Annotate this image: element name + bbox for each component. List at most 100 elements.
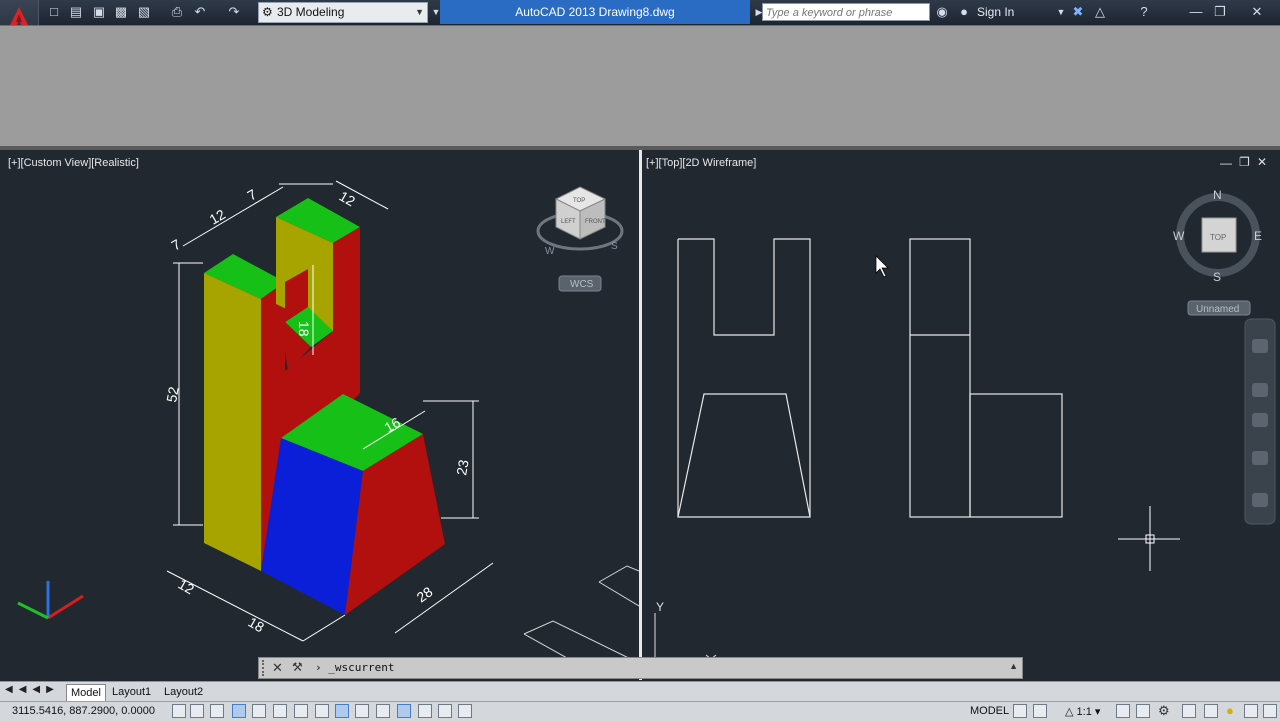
undo-icon[interactable]: ↶ [192,4,208,20]
command-text: _wscurrent [328,661,395,674]
ucs-y-label: Y [656,600,664,614]
dim-7-a: 7 [169,236,184,254]
wrench-icon[interactable]: ⚒ [292,660,303,674]
mouse-pointer-icon [875,255,889,278]
quick-view-layouts-icon[interactable] [1013,704,1027,718]
tab-layout2[interactable]: Layout2 [160,684,207,700]
close-icon[interactable]: ✕ [1249,4,1265,20]
allow-ucs-icon[interactable] [335,704,349,718]
command-prompt-icon: › [315,661,329,674]
top-view-canvas: TOP N S E W Unnamed Y [650,188,1276,671]
search-input[interactable]: Type a keyword or phrase [762,3,930,21]
annotation-scale[interactable]: △ 1:1 ▾ [1065,705,1100,718]
object-snap-tracking-icon[interactable] [315,704,329,718]
viewport-top[interactable]: [+][Top][2D Wireframe] — ❐ ✕ TOP N S E W… [642,151,1278,678]
clean-screen-icon[interactable] [1263,704,1277,718]
dim-23: 23 [453,458,471,476]
help-icon[interactable]: ? [1136,4,1152,20]
auto-scale-icon[interactable] [1136,704,1150,718]
dim-12-a: 12 [207,206,229,228]
transparency-icon[interactable] [397,704,411,718]
save-as-icon[interactable]: ▩ [113,4,129,20]
binoculars-icon[interactable]: ◉ [934,4,950,20]
compass-east-label: E [1254,229,1262,243]
cube-west-label: W [545,246,555,257]
left-upright-front [204,273,261,571]
cube-left-label: LEFT [561,219,576,225]
cube-top-label: TOP [573,198,585,204]
publish-icon[interactable]: ▧ [136,4,152,20]
workspace-switching-gear-icon[interactable]: ⚙ [1158,703,1170,719]
quick-properties-icon[interactable] [418,704,432,718]
workspace-dropdown[interactable]: ⚙ 3D Modeling ▼ [258,2,428,23]
viewport-custom-view[interactable]: [+][Custom View][Realistic] 7 12 7 12 18… [3,151,639,678]
chevron-down-icon: ▼ [415,7,424,17]
polar-tracking-icon[interactable] [252,704,266,718]
lineweight-icon[interactable] [376,704,390,718]
ortho-mode-icon[interactable] [232,704,246,718]
layout-tabs-bar: ◀◀◀▶ Model Layout1 Layout2 [0,681,1280,702]
isolate-objects-icon[interactable]: ● [1226,703,1234,718]
command-line[interactable]: ✕ ⚒ › _wscurrent ▲ [258,657,1023,679]
dim-7-b: 7 [245,186,260,204]
annotation-monitor-icon[interactable] [458,704,472,718]
selection-cycling-icon[interactable] [438,704,452,718]
view-cube-icon[interactable]: TOP LEFT FRONT W S [536,186,624,257]
compass-top-label: TOP [1210,233,1226,242]
quick-view-drawings-icon[interactable] [1033,704,1047,718]
side-view-block [969,393,1063,518]
front-view-trapezoid [677,393,811,518]
model-space-button[interactable]: MODEL [970,705,1009,717]
sign-in-dropdown-icon[interactable]: ▼ [1053,4,1069,20]
command-history-icon[interactable]: ▲ [1009,661,1018,671]
command-close-icon[interactable]: ✕ [272,660,283,676]
dynamic-input-icon[interactable] [355,704,369,718]
3d-object-snap-icon[interactable] [294,704,308,718]
tab-model[interactable]: Model [66,684,106,702]
infer-constraints-icon[interactable] [172,704,186,718]
side-view-upright [909,238,971,518]
dim-18-a: 18 [296,321,312,337]
compass-west-label: W [1173,229,1185,243]
restore-icon[interactable]: ❐ [1212,4,1228,20]
dim-18-b: 18 [246,614,268,636]
navigation-compass[interactable]: TOP N S E W [1173,188,1262,284]
lock-icon[interactable] [1182,704,1196,718]
unnamed-ucs-label: Unnamed [1196,304,1239,315]
object-snap-icon[interactable] [273,704,287,718]
save-icon[interactable]: ▣ [91,4,107,20]
wcs-label: WCS [570,279,594,290]
workspace-label: 3D Modeling [277,5,345,19]
iso-model-canvas: 7 12 7 12 18 52 16 23 12 18 28 TOP LEFT … [17,180,639,678]
drag-handle[interactable] [262,660,270,676]
grid-display-icon[interactable] [210,704,224,718]
redo-icon[interactable]: ↷ [226,4,242,20]
sign-in-link[interactable]: Sign In [977,5,1014,19]
hardware-acceleration-icon[interactable] [1204,704,1218,718]
exchange-icon[interactable]: ✖ [1070,4,1086,20]
ribbon-panel [0,25,1280,148]
cube-front-label: FRONT [585,219,606,225]
minimize-icon[interactable]: — [1188,4,1204,20]
user-icon[interactable]: ● [956,4,972,20]
dim-52: 52 [163,385,181,403]
ucs-icon [17,581,84,620]
annotation-icon: △ [1065,706,1074,718]
command-input[interactable]: › _wscurrent [315,661,1015,675]
open-file-icon[interactable]: ▤ [68,4,84,20]
status-bar-menu-icon[interactable] [1244,704,1258,718]
annotation-scale-value: 1:1 [1076,706,1092,718]
plot-icon[interactable]: ⎙ [169,4,185,20]
compass-north-label: N [1213,188,1222,202]
annotation-visibility-icon[interactable] [1116,704,1130,718]
title-bar: □ ▤ ▣ ▩ ▧ ⎙ ↶ ↷ ⚙ 3D Modeling ▼ ▼ AutoCA… [0,0,1280,40]
stay-connected-icon[interactable]: △ [1092,4,1108,20]
snap-mode-icon[interactable] [190,704,204,718]
dim-28: 28 [414,583,436,605]
coordinates-readout[interactable]: 3115.5416, 887.2900, 0.0000 [12,705,155,717]
tab-navigation-arrows[interactable]: ◀◀◀▶ [5,684,60,695]
gear-icon: ⚙ [262,5,273,19]
front-view-outline [677,238,811,518]
new-file-icon[interactable]: □ [46,4,62,20]
tab-layout1[interactable]: Layout1 [108,684,155,700]
